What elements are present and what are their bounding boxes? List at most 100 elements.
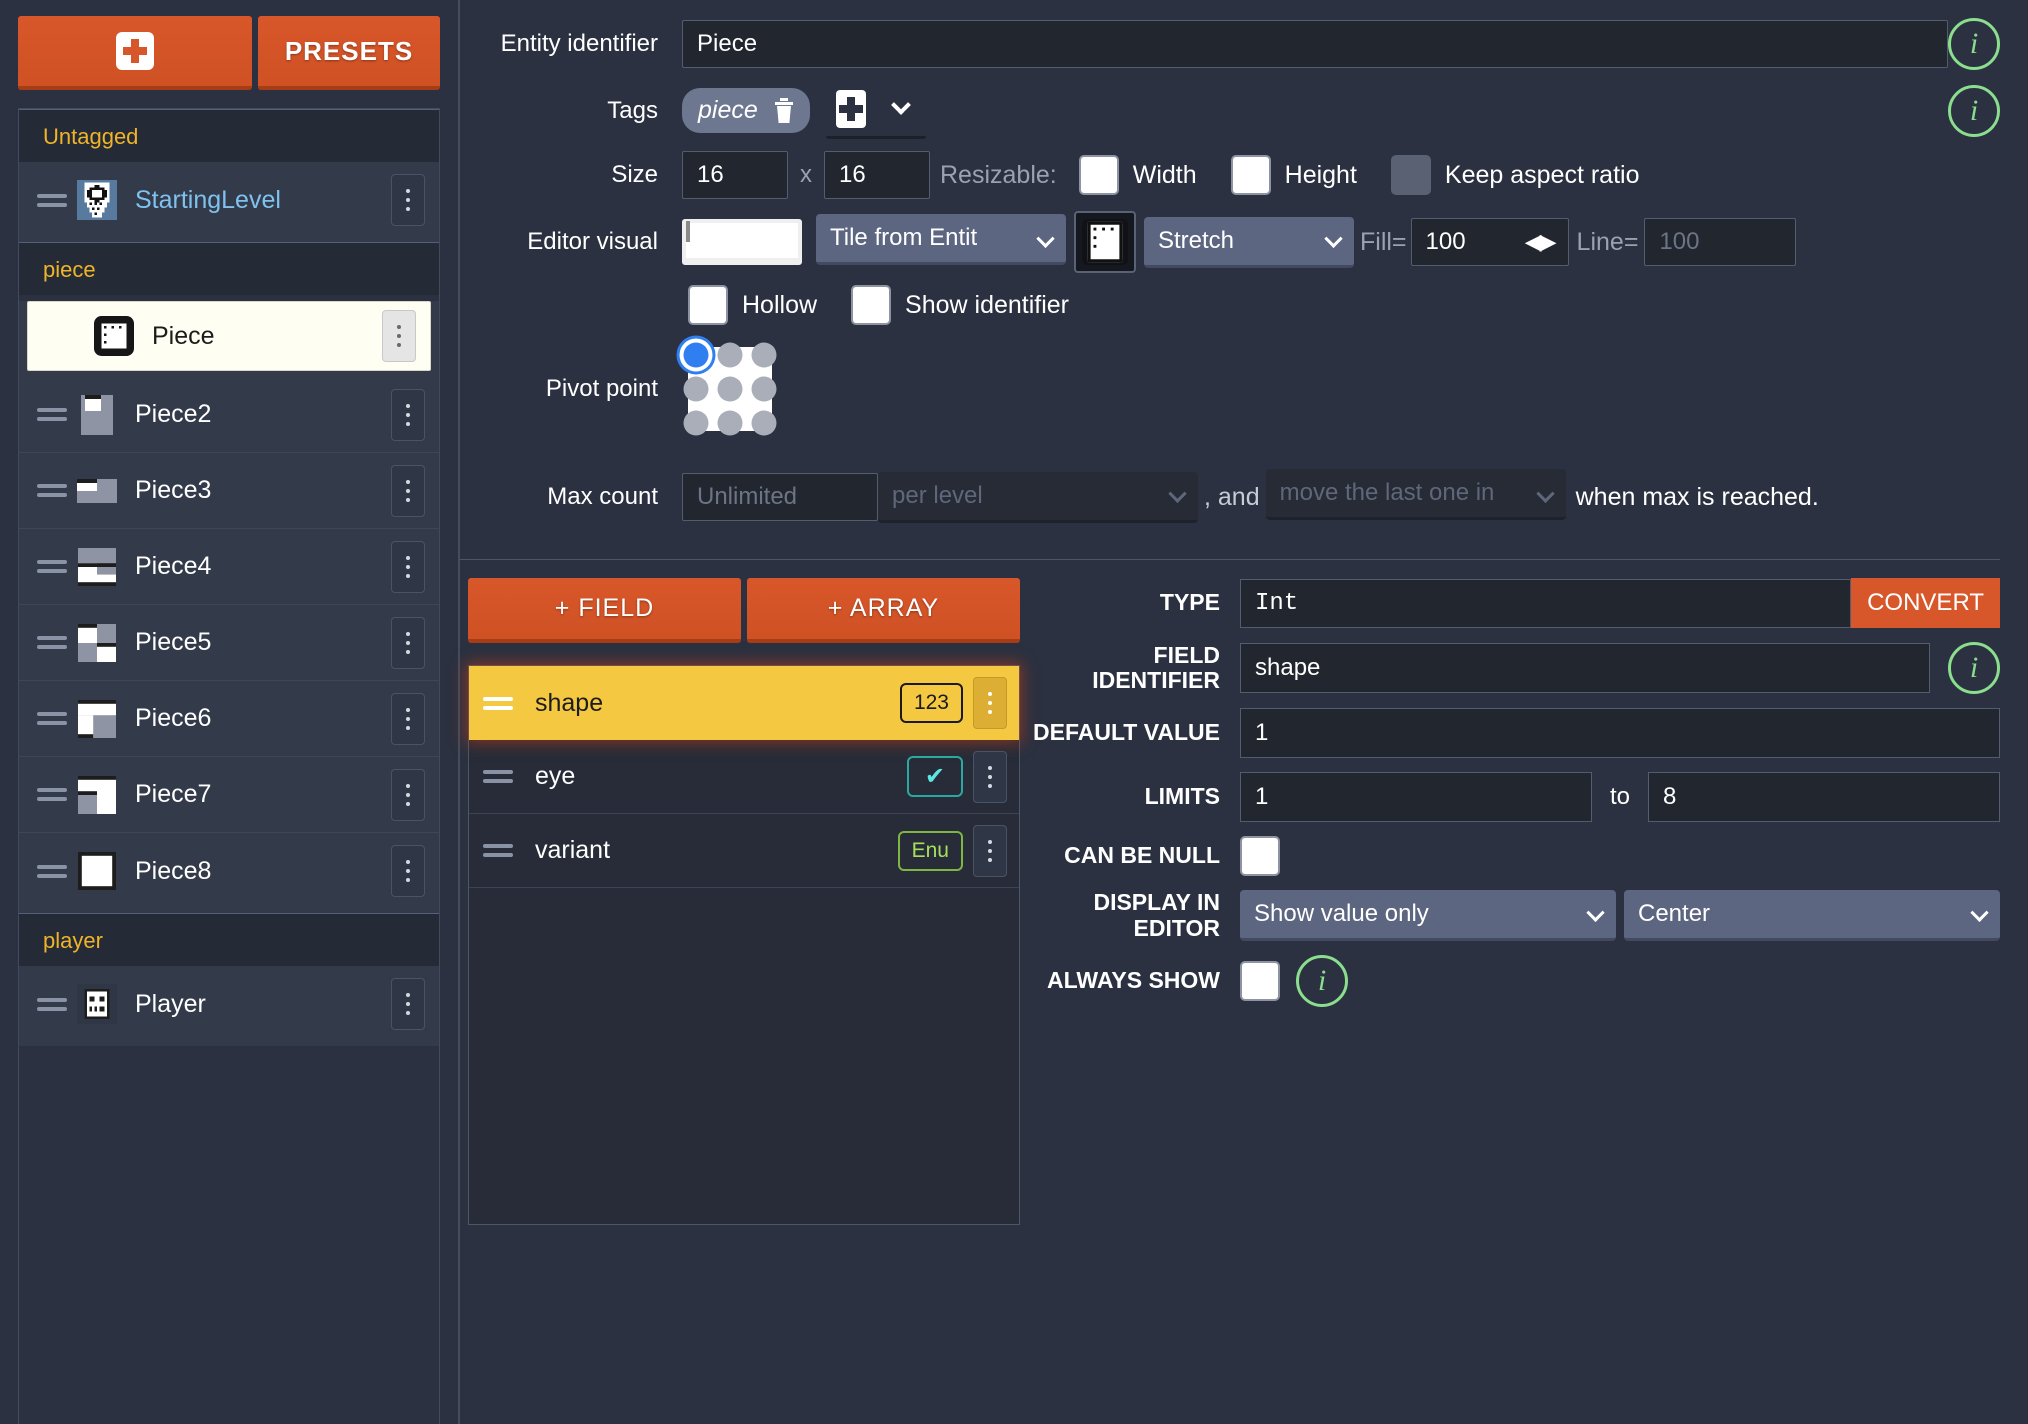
- entity-list-item-player[interactable]: Player: [19, 966, 439, 1042]
- display-mode-select[interactable]: Show value only: [1240, 890, 1616, 941]
- row-hollow-show-identifier: Hollow Show identifier: [460, 285, 2000, 325]
- show-identifier-checkbox[interactable]: [851, 285, 892, 325]
- add-entity-button[interactable]: [18, 16, 252, 90]
- info-icon[interactable]: i: [1296, 955, 1348, 1007]
- entity-list-item-piece6[interactable]: Piece6: [19, 681, 439, 757]
- convert-type-button[interactable]: CONVERT: [1851, 578, 2000, 628]
- field-context-menu-button[interactable]: [973, 750, 1007, 803]
- entity-list-item-piece5[interactable]: Piece5: [19, 605, 439, 681]
- field-type-input[interactable]: [1240, 578, 1852, 628]
- drag-handle-icon[interactable]: [37, 408, 67, 421]
- pivot-dot-middle-left[interactable]: [683, 376, 709, 402]
- trash-icon[interactable]: [774, 97, 794, 124]
- add-field-button[interactable]: + FIELD: [468, 578, 741, 643]
- drag-handle-icon[interactable]: [37, 712, 67, 725]
- default-value-input[interactable]: [1240, 708, 2000, 758]
- row-always-show: ALWAYS SHOW i: [1030, 955, 2000, 1007]
- entity-list-item-startinglevel[interactable]: StartingLevel: [19, 162, 439, 238]
- entity-width-input[interactable]: [682, 151, 788, 199]
- fill-opacity-input[interactable]: [1410, 218, 1569, 266]
- chevron-down-icon: [890, 95, 911, 115]
- entity-list-item-label: Piece7: [135, 780, 212, 808]
- entity-list-item-piece4[interactable]: Piece4: [19, 529, 439, 605]
- pivot-dot-top-left[interactable]: [683, 342, 709, 368]
- pivot-dot-top-right[interactable]: [751, 342, 777, 368]
- max-count-scope-select[interactable]: per level: [878, 471, 1198, 523]
- entity-context-menu-button[interactable]: [391, 978, 425, 1030]
- field-list-item-shape[interactable]: shape 123: [469, 666, 1019, 740]
- resizable-height-checkbox[interactable]: [1230, 155, 1271, 195]
- keep-aspect-ratio-checkbox[interactable]: [1390, 155, 1431, 195]
- drag-handle-icon[interactable]: [37, 997, 67, 1011]
- pivot-dot-bottom-left[interactable]: [683, 410, 709, 436]
- drag-handle-icon[interactable]: [37, 484, 67, 497]
- show-identifier-label: Show identifier: [905, 290, 1070, 319]
- max-count-action-select[interactable]: move the last one in: [1265, 469, 1566, 520]
- pivot-dot-top-center[interactable]: [717, 342, 743, 368]
- entity-context-menu-button[interactable]: [391, 464, 425, 517]
- entity-context-menu-button[interactable]: [382, 310, 416, 362]
- drag-handle-icon[interactable]: [37, 788, 67, 801]
- drag-handle-icon[interactable]: [483, 844, 513, 857]
- add-tag-button[interactable]: [825, 82, 876, 139]
- pivot-dot-center[interactable]: [717, 376, 743, 402]
- max-count-input[interactable]: [682, 473, 878, 521]
- resizable-width-checkbox[interactable]: [1078, 155, 1119, 195]
- tag-chip-label: piece: [698, 96, 758, 124]
- entity-context-menu-button[interactable]: [391, 540, 425, 593]
- info-icon[interactable]: i: [1948, 84, 2000, 137]
- entity-context-menu-button[interactable]: [391, 174, 425, 226]
- drag-handle-icon[interactable]: [37, 560, 67, 573]
- entity-context-menu-button[interactable]: [391, 692, 425, 745]
- entity-list-item-piece7[interactable]: Piece7: [19, 757, 439, 833]
- line-opacity-input[interactable]: [1644, 218, 1797, 266]
- field-context-menu-button[interactable]: [973, 677, 1007, 729]
- limits-max-input[interactable]: [1648, 772, 2001, 822]
- pivot-point-grid[interactable]: [683, 342, 777, 436]
- field-list-item-variant[interactable]: variant Enu: [469, 814, 1019, 888]
- hollow-checkbox[interactable]: [688, 285, 728, 325]
- drag-handle-icon[interactable]: [37, 193, 67, 207]
- entity-list-item-piece[interactable]: Piece: [27, 301, 431, 371]
- fields-section: + FIELD + ARRAY shape 123 eye ✔ variant …: [460, 578, 2001, 1424]
- entity-tile-preview[interactable]: [1074, 211, 1136, 273]
- pivot-dot-bottom-center[interactable]: [717, 410, 743, 436]
- tile-fit-select[interactable]: Stretch: [1144, 216, 1354, 268]
- drag-handle-icon[interactable]: [37, 636, 67, 649]
- entity-context-menu-button[interactable]: [391, 388, 425, 441]
- entity-context-menu-button[interactable]: [391, 768, 425, 821]
- plus-icon: [835, 90, 866, 128]
- drag-handle-icon[interactable]: [483, 696, 513, 710]
- display-position-select[interactable]: Center: [1624, 890, 2000, 941]
- entity-height-input[interactable]: [824, 151, 930, 199]
- limits-min-input[interactable]: [1240, 772, 1592, 822]
- field-list-item-eye[interactable]: eye ✔: [469, 740, 1019, 814]
- entity-context-menu-button[interactable]: [391, 845, 425, 897]
- render-mode-select-wrap: Tile from Entit: [816, 214, 1066, 270]
- pivot-dot-bottom-right[interactable]: [751, 410, 777, 436]
- render-mode-select[interactable]: Tile from Entit: [816, 214, 1066, 265]
- entity-list-item-piece2[interactable]: Piece2: [19, 377, 439, 453]
- entity-context-menu-button[interactable]: [391, 616, 425, 669]
- field-context-menu-button[interactable]: [973, 824, 1007, 877]
- entity-list-item-piece3[interactable]: Piece3: [19, 453, 439, 529]
- can-be-null-checkbox[interactable]: [1240, 836, 1280, 876]
- tag-chip-piece[interactable]: piece: [682, 88, 810, 133]
- add-array-button[interactable]: + ARRAY: [747, 578, 1020, 643]
- tag-dropdown-button[interactable]: [875, 82, 926, 139]
- drag-handle-icon[interactable]: [37, 864, 67, 878]
- drag-handle-icon[interactable]: [483, 770, 513, 783]
- info-icon[interactable]: i: [1948, 642, 2000, 694]
- entity-list-item-piece8[interactable]: Piece8: [19, 833, 439, 909]
- display-in-editor-label-line2: EDITOR: [1133, 914, 1220, 941]
- presets-button[interactable]: PRESETS: [258, 16, 440, 90]
- limits-label: LIMITS: [1144, 783, 1220, 810]
- entity-identifier-input[interactable]: [682, 20, 1948, 68]
- field-identifier-input[interactable]: [1240, 643, 1930, 693]
- pivot-dot-middle-right[interactable]: [751, 376, 777, 402]
- entity-color-swatch[interactable]: [682, 219, 802, 265]
- startinglevel-sprite-icon: [77, 180, 117, 220]
- max-count-label: Max count: [547, 483, 658, 510]
- info-icon[interactable]: i: [1948, 18, 2000, 70]
- always-show-checkbox[interactable]: [1240, 961, 1280, 1001]
